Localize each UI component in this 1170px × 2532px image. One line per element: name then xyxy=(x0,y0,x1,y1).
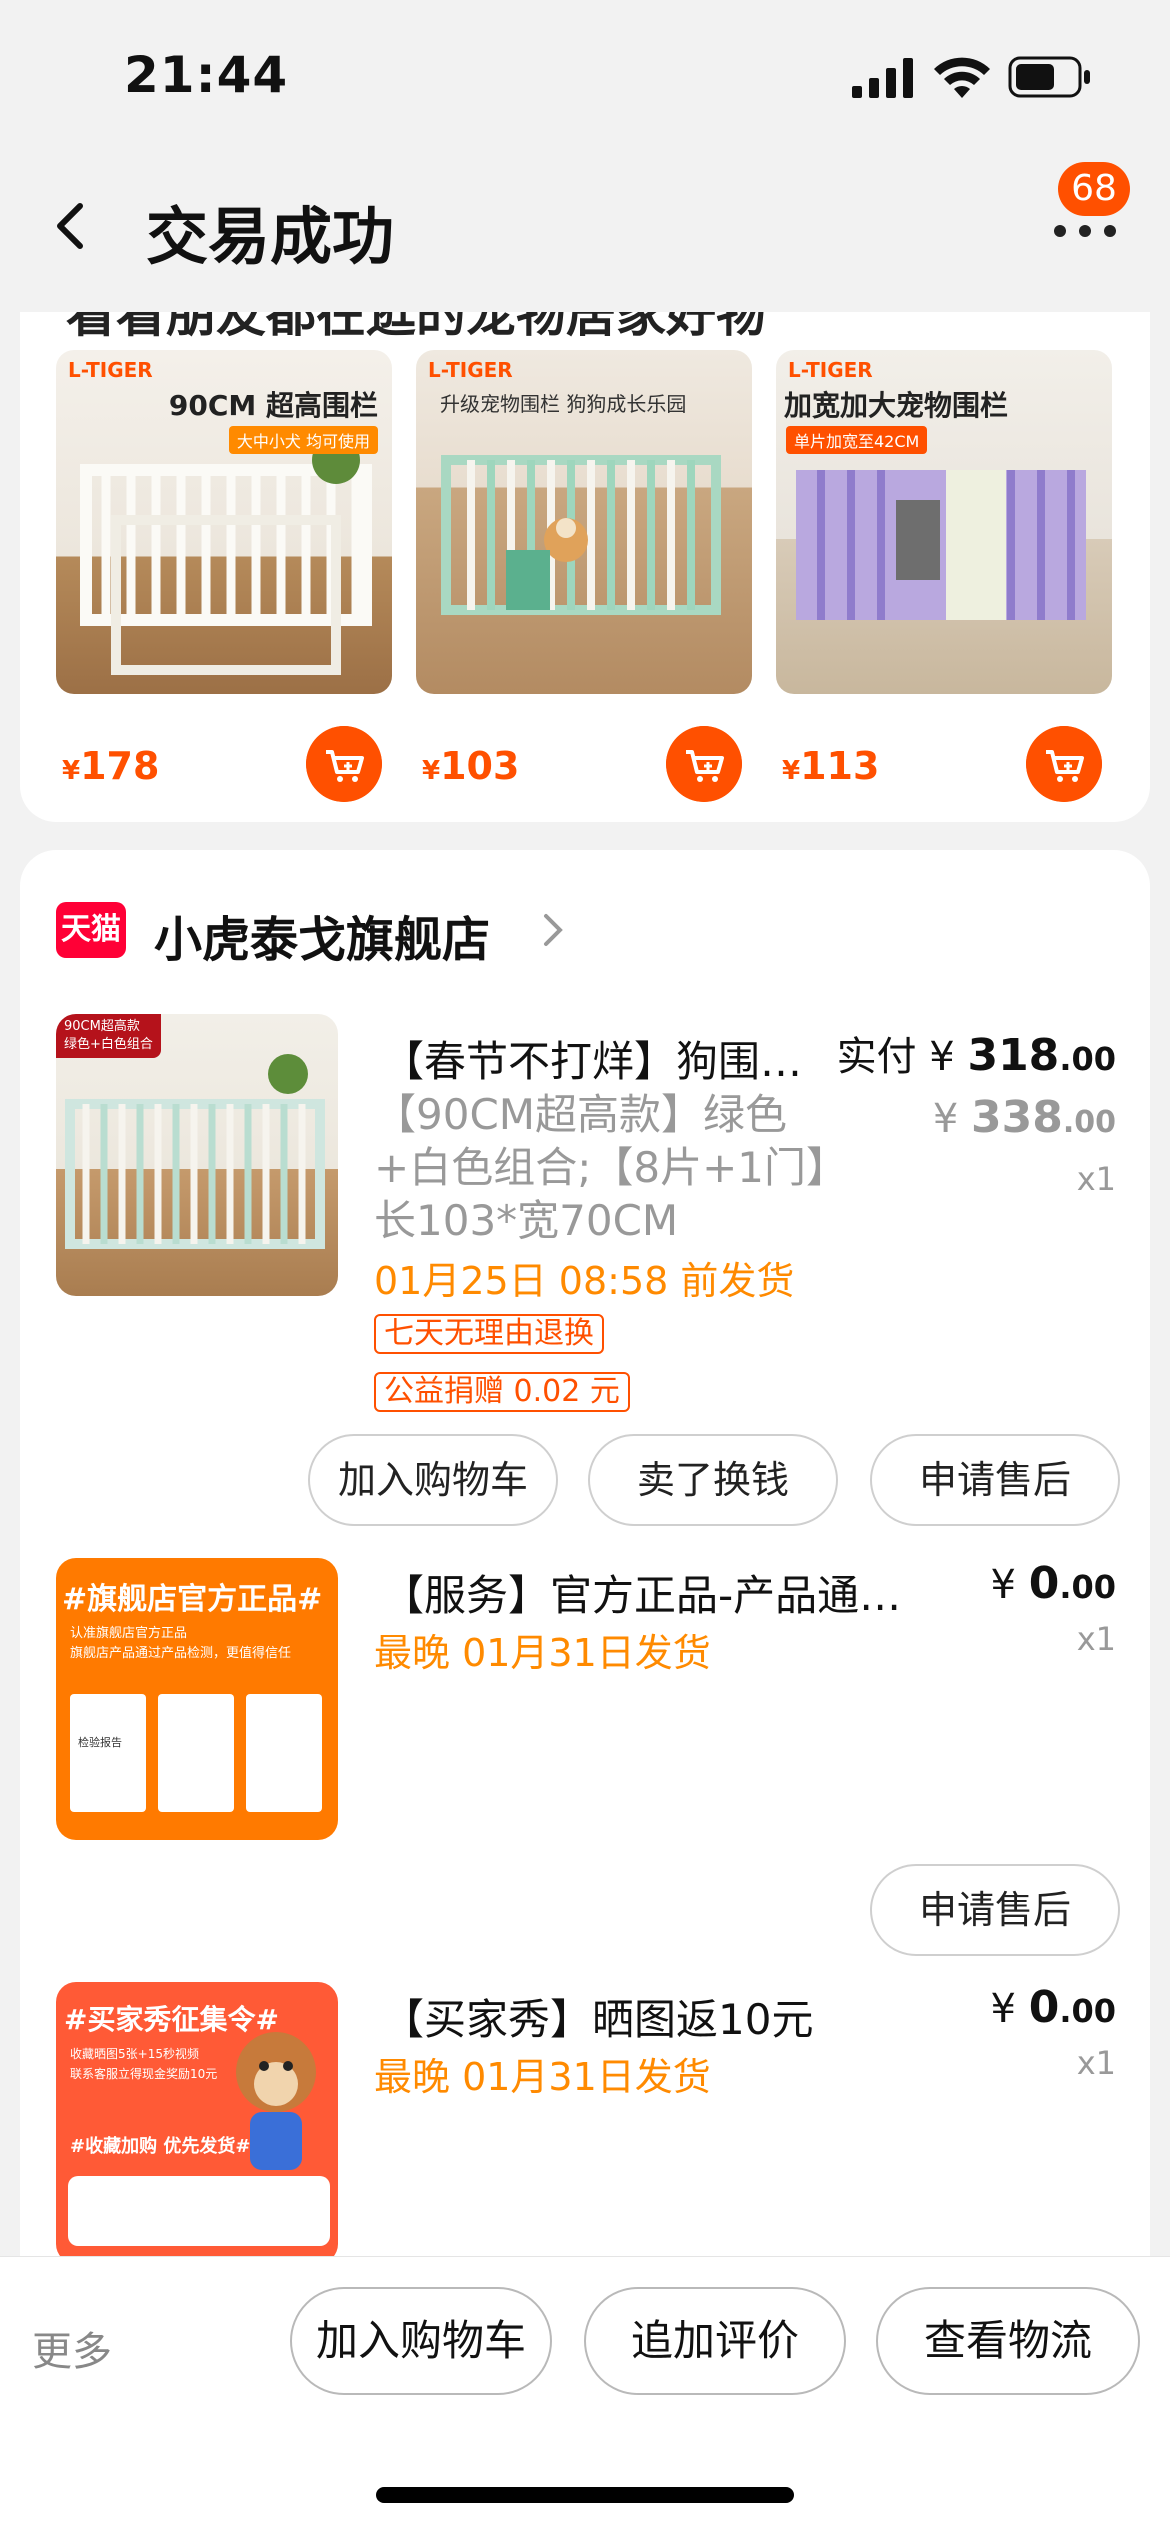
cellular-signal-icon xyxy=(852,58,913,98)
recommend-card: 看看朋友都在逛的宠物居家好物 L-TIGER 90CM 超高围栏 大中小犬 均可… xyxy=(20,312,1150,822)
promo-panel xyxy=(68,2176,330,2246)
home-indicator xyxy=(376,2487,794,2503)
price: ¥ 0.00 xyxy=(990,1982,1116,2033)
thumbnail-title: #旗舰店官方正品# xyxy=(62,1582,323,1617)
quantity: x1 xyxy=(1076,1160,1116,1198)
product-subline: 大中小犬 均可使用 xyxy=(228,426,378,454)
add-to-cart-button[interactable]: 加入购物车 xyxy=(308,1434,558,1526)
battery-icon xyxy=(1008,56,1090,98)
brand-logo: L-TIGER xyxy=(788,358,873,382)
status-bar: 21:44 xyxy=(0,0,1170,150)
charity-tag: 公益捐赠 0.02 元 xyxy=(374,1372,630,1412)
back-arrow-icon[interactable] xyxy=(46,196,96,256)
certificate-image xyxy=(158,1694,234,1812)
quantity: x1 xyxy=(1076,2044,1116,2082)
add-to-cart-icon[interactable] xyxy=(666,726,742,802)
recommend-price: ¥103 xyxy=(422,744,520,788)
brand-logo: L-TIGER xyxy=(428,358,513,382)
page-title: 交易成功 xyxy=(146,200,395,273)
certificate-image xyxy=(246,1694,322,1812)
recommend-title: 看看朋友都在逛的宠物居家好物 xyxy=(66,312,766,343)
tmall-logo: 天猫 xyxy=(56,902,126,958)
return-policy-tag: 七天无理由退换 xyxy=(374,1314,604,1354)
brand-logo: L-TIGER xyxy=(68,358,153,382)
ship-time: 01月25日 08:58 前发货 xyxy=(374,1259,795,1303)
order-item[interactable]: #买家秀征集令# 收藏晒图5张+15秒视频 联系客服立得现金奖励10元 #收藏加… xyxy=(20,1982,1150,2282)
recommend-item[interactable]: L-TIGER 升级宠物围栏 狗狗成长乐园 ¥103 xyxy=(416,350,752,802)
product-headline: 加宽加大宠物围栏 xyxy=(784,389,1009,422)
more-menu-icon[interactable] xyxy=(1050,216,1120,246)
product-thumbnail[interactable]: #买家秀征集令# 收藏晒图5张+15秒视频 联系客服立得现金奖励10元 #收藏加… xyxy=(56,1982,338,2264)
product-thumbnail[interactable]: #旗舰店官方正品# 认准旗舰店官方正品 旗舰店产品通过产品检测，更值得信任 检验… xyxy=(56,1558,338,1840)
after-sales-button[interactable]: 申请售后 xyxy=(870,1434,1120,1526)
certificate-image: 检验报告 xyxy=(70,1694,146,1812)
order-item[interactable]: #旗舰店官方正品# 认准旗舰店官方正品 旗舰店产品通过产品检测，更值得信任 检验… xyxy=(20,1558,1150,1958)
more-link[interactable]: 更多 xyxy=(32,2319,112,2377)
product-headline: 升级宠物围栏 狗狗成长乐园 xyxy=(440,392,687,416)
after-sales-button[interactable]: 申请售后 xyxy=(870,1864,1120,1956)
add-review-button[interactable]: 追加评价 xyxy=(584,2287,846,2395)
original-price: ¥ 338.00 xyxy=(932,1092,1116,1143)
bottom-action-bar: 更多 加入购物车 追加评价 查看物流 xyxy=(0,2256,1170,2532)
recommend-item[interactable]: L-TIGER 90CM 超高围栏 大中小犬 均可使用 ¥178 xyxy=(56,350,392,802)
ship-time: 最晚 01月31日发货 xyxy=(374,2055,711,2099)
thumbnail-slogan: #收藏加购 优先发货# xyxy=(70,2136,251,2157)
ship-time: 最晚 01月31日发货 xyxy=(374,1631,711,1675)
message-count-badge: 68 xyxy=(1058,162,1130,216)
price: ¥ 0.00 xyxy=(990,1558,1116,1609)
thumbnail-text: 收藏晒图5张+15秒视频 联系客服立得现金奖励10元 xyxy=(70,2047,218,2081)
resell-button[interactable]: 卖了换钱 xyxy=(588,1434,838,1526)
recommend-item[interactable]: L-TIGER 加宽加大宠物围栏 单片加宽至42CM ¥113 xyxy=(776,350,1112,802)
thumbnail-tag: 90CM超高款 绿色+白色组合 xyxy=(56,1014,161,1058)
product-thumbnail[interactable]: 90CM超高款 绿色+白色组合 xyxy=(56,1014,338,1296)
shop-name[interactable]: 小虎泰戈旗舰店 xyxy=(154,900,490,970)
paid-price: 实付 ¥ 318.00 xyxy=(836,1030,1116,1081)
add-to-cart-icon[interactable] xyxy=(306,726,382,802)
product-sku: 【90CM超高款】绿色+白色组合;【8片+1门】长103*宽70CM xyxy=(374,1090,827,1245)
view-logistics-button[interactable]: 查看物流 xyxy=(876,2287,1140,2395)
wifi-icon xyxy=(934,57,990,98)
order-item[interactable]: 90CM超高款绿色+白色组合 【春节不打烊】狗围栏宠物围栏 【90CM超高款】绿… xyxy=(20,1014,1150,1526)
add-to-cart-icon[interactable] xyxy=(1026,726,1102,802)
chevron-right-icon[interactable] xyxy=(538,910,568,950)
quantity: x1 xyxy=(1076,1620,1116,1658)
status-time: 21:44 xyxy=(124,46,289,104)
thumbnail-text: 认准旗舰店官方正品 旗舰店产品通过产品检测，更值得信任 xyxy=(70,1626,292,1661)
product-headline: 90CM 超高围栏 xyxy=(168,389,378,422)
product-image[interactable]: L-TIGER 加宽加大宠物围栏 单片加宽至42CM xyxy=(776,350,1112,694)
mascot-image xyxy=(236,2032,316,2170)
product-title[interactable]: 【春节不打烊】狗围栏宠物围栏 xyxy=(382,1028,822,1089)
product-title[interactable]: 【服务】官方正品-产品通过检测 xyxy=(382,1562,942,1623)
recommend-price: ¥178 xyxy=(62,744,160,788)
recommend-price: ¥113 xyxy=(782,744,880,788)
add-to-cart-button[interactable]: 加入购物车 xyxy=(290,2287,552,2395)
navigation-bar: 交易成功 68 xyxy=(0,150,1170,300)
product-subline: 单片加宽至42CM xyxy=(786,426,928,454)
product-image[interactable]: L-TIGER 升级宠物围栏 狗狗成长乐园 xyxy=(416,350,752,694)
product-title[interactable]: 【买家秀】晒图返10元 xyxy=(382,1986,942,2047)
product-image[interactable]: L-TIGER 90CM 超高围栏 大中小犬 均可使用 xyxy=(56,350,392,694)
